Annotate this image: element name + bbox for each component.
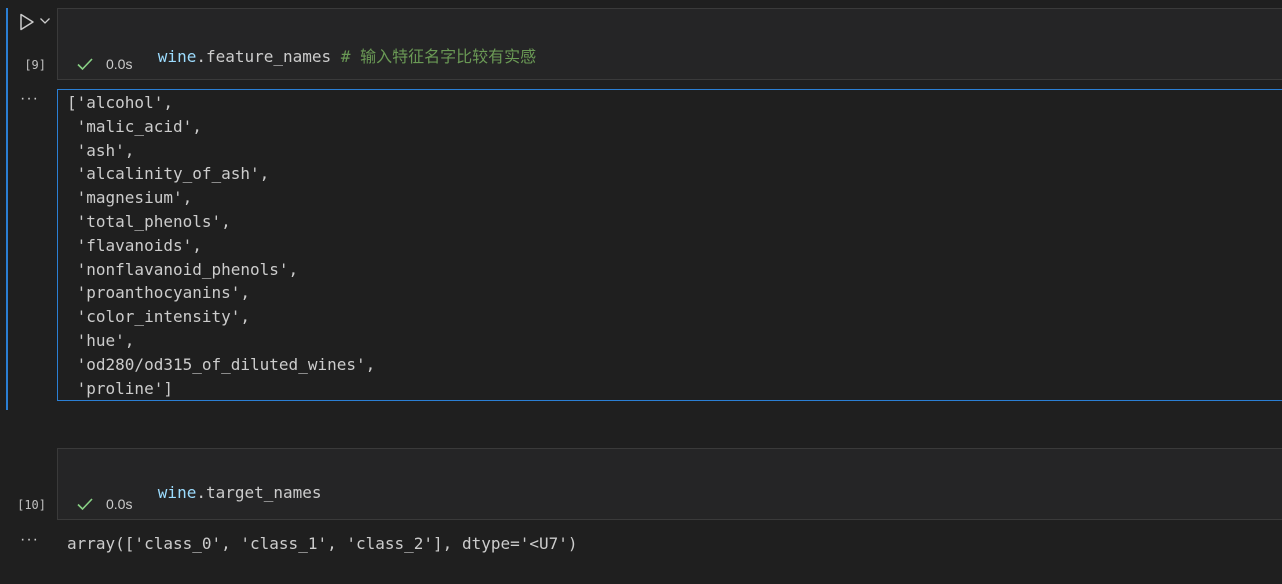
output-line: 'hue', xyxy=(67,330,135,350)
output-line: 'proanthocyanins', xyxy=(67,283,251,303)
execution-status: 0.0s xyxy=(76,496,132,512)
output-menu-button[interactable]: ··· xyxy=(20,90,39,108)
execution-count: [9] xyxy=(24,58,46,72)
output-line: 'malic_acid', xyxy=(67,116,202,136)
output-area: array(['class_0', 'class_1', 'class_2'],… xyxy=(57,530,1282,560)
code-variable: wine xyxy=(157,47,197,66)
output-text: ['alcohol', 'malic_acid', 'ash', 'alcali… xyxy=(67,91,1282,400)
output-line: 'ash', xyxy=(67,140,135,160)
output-text: array(['class_0', 'class_1', 'class_2'],… xyxy=(67,532,1282,556)
code-comment: # 输入特征名字比较有实感 xyxy=(340,47,537,66)
output-line: ['alcohol', xyxy=(67,93,173,112)
check-icon xyxy=(76,497,94,511)
output-area: ['alcohol', 'malic_acid', 'ash', 'alcali… xyxy=(57,89,1282,401)
output-line: 'total_phenols', xyxy=(67,211,231,231)
output-menu-button[interactable]: ··· xyxy=(20,531,39,549)
code-attribute: .target_names xyxy=(196,483,322,502)
output-line: 'magnesium', xyxy=(67,188,193,208)
code-variable: wine xyxy=(157,483,197,502)
execution-time: 0.0s xyxy=(106,496,133,512)
notebook: wine.feature_names # 输入特征名字比较有实感 0.0s [9… xyxy=(0,0,1282,584)
execution-count: [10] xyxy=(17,498,46,512)
output-line: 'nonflavanoid_phenols', xyxy=(67,259,299,279)
play-icon xyxy=(20,13,34,31)
code-cell[interactable]: wine.feature_names # 输入特征名字比较有实感 0.0s xyxy=(57,8,1282,80)
output-line: 'proline'] xyxy=(67,378,173,398)
run-cell-button[interactable] xyxy=(16,12,38,32)
execution-status: 0.0s xyxy=(76,56,132,72)
output-line: 'color_intensity', xyxy=(67,307,251,327)
code-attribute: .feature_names xyxy=(196,47,341,66)
output-line: 'od280/od315_of_diluted_wines', xyxy=(67,354,376,374)
code-cell[interactable]: wine.target_names 0.0s xyxy=(57,448,1282,520)
execution-time: 0.0s xyxy=(106,56,133,72)
check-icon xyxy=(76,57,94,71)
output-line: 'alcalinity_of_ash', xyxy=(67,164,270,184)
output-line: array(['class_0', 'class_1', 'class_2'],… xyxy=(67,534,578,553)
code-line[interactable]: wine.feature_names # 输入特征名字比较有实感 xyxy=(100,24,536,86)
chevron-down-icon xyxy=(40,18,50,24)
code-line[interactable]: wine.target_names xyxy=(100,464,322,521)
output-line: 'flavanoids', xyxy=(67,235,202,255)
run-options-chevron[interactable] xyxy=(38,13,52,29)
